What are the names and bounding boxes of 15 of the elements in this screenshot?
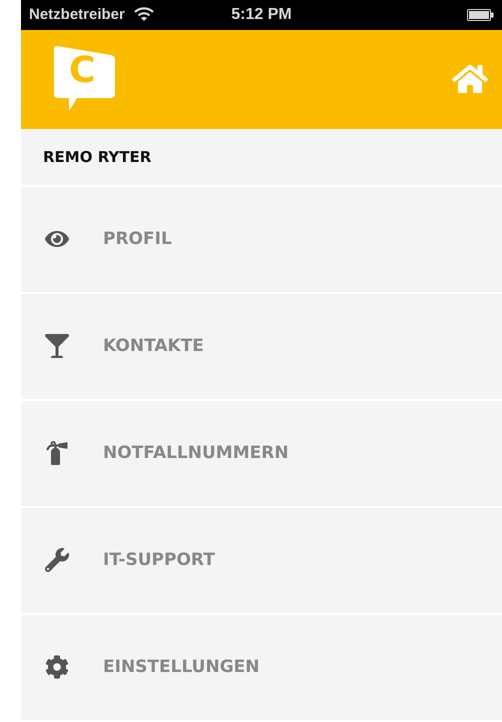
user-name: REMO RYTER [43,148,152,166]
menu-item[interactable]: PROFIL [21,186,502,294]
martini-glass-icon [45,334,69,358]
fire-extinguisher-icon [45,441,69,466]
menu-item[interactable]: KONTAKTE [21,294,502,401]
menu-item[interactable]: NOTFALLNUMMERN [21,400,502,508]
settings-icon [45,655,69,680]
app-logo: C [54,46,116,112]
battery-icon [467,8,494,21]
status-time: 5:12 PM [231,6,292,24]
menu-item[interactable]: EINSTELLUNGEN [21,614,502,722]
menu-item[interactable]: IT-SUPPORT [21,508,502,615]
wrench-icon [45,548,69,572]
wifi-icon [134,7,154,22]
carrier-name: Netzbetreiber [29,6,125,24]
